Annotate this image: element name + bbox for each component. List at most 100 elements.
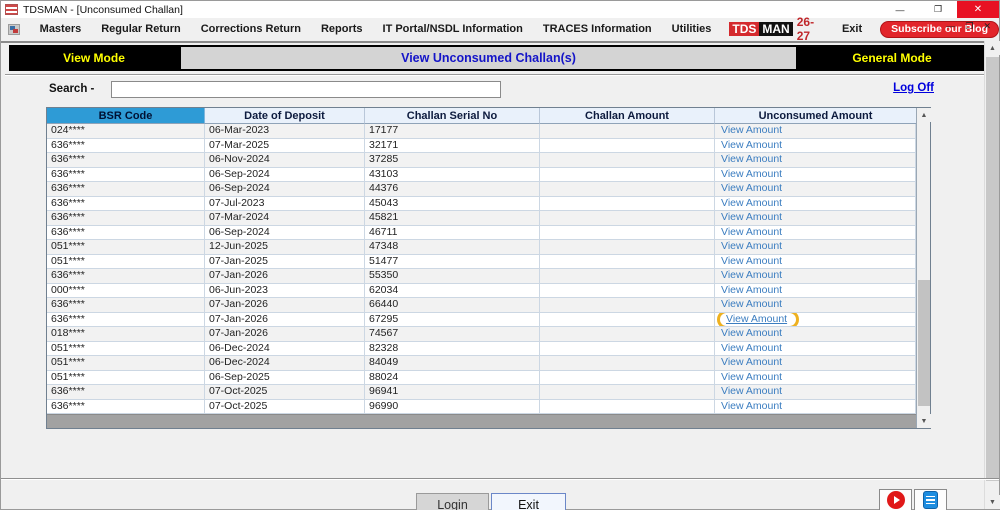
menu-item-traces-information[interactable]: TRACES Information [533, 21, 662, 37]
view-amount-link[interactable]: View Amount [721, 356, 782, 368]
title-bar: TDSMAN - [Unconsumed Challan] [1, 1, 999, 18]
window-scroll-up-icon[interactable]: ▲ [985, 41, 1000, 55]
view-amount-link[interactable]: View Amount [726, 313, 787, 325]
view-amount-link[interactable]: View Amount [721, 400, 782, 412]
challan-amount-cell [540, 153, 715, 168]
bsr-code-cell: 024**** [47, 124, 205, 139]
table-vertical-scrollbar[interactable]: ▲ ▼ [916, 108, 931, 428]
bsr-code-cell: 636**** [47, 167, 205, 183]
search-input[interactable] [111, 81, 501, 98]
table-row: 636**** 07-Mar-2025 32171 View Amount [47, 138, 916, 154]
close-button[interactable]: ✕ [957, 1, 999, 18]
view-amount-link[interactable]: View Amount [721, 371, 782, 383]
help-document-button[interactable] [914, 489, 947, 510]
view-amount-link[interactable]: View Amount [721, 211, 782, 223]
app-icon [5, 4, 18, 15]
table-row: 636**** 07-Mar-2024 45821 View Amount [47, 211, 916, 226]
date-of-deposit-cell: 07-Mar-2024 [205, 211, 365, 226]
login-button[interactable]: Login [416, 493, 489, 510]
challan-table: BSR Code Date of Deposit Challan Serial … [46, 107, 931, 429]
video-tutorial-button[interactable] [879, 489, 912, 510]
view-amount-link[interactable]: View Amount [721, 139, 782, 151]
menu-item-reports[interactable]: Reports [311, 21, 373, 37]
restore-button[interactable]: ❐ [919, 1, 957, 18]
child-minimize-icon[interactable]: — [946, 21, 955, 32]
unconsumed-amount-cell: View Amount [715, 124, 916, 139]
view-amount-link[interactable]: View Amount [721, 255, 782, 267]
play-icon [886, 491, 905, 509]
date-of-deposit-cell: 06-Jun-2023 [205, 283, 365, 299]
date-of-deposit-cell: 06-Sep-2024 [205, 167, 365, 183]
window-scrollbar-thumb[interactable] [986, 57, 999, 481]
child-window-icon [8, 23, 20, 35]
unconsumed-amount-cell: View Amount [715, 399, 916, 415]
unconsumed-amount-cell: View Amount [715, 182, 916, 197]
view-amount-link[interactable]: View Amount [721, 240, 782, 252]
minimize-button[interactable]: — [881, 1, 919, 18]
table-row: 636**** 06-Nov-2024 37285 View Amount [47, 153, 916, 168]
column-header-unconsumed-amount[interactable]: Unconsumed Amount [715, 108, 916, 125]
view-amount-link[interactable]: View Amount [721, 342, 782, 354]
view-amount-link[interactable]: View Amount [721, 226, 782, 238]
challan-amount-cell [540, 269, 715, 284]
challan-serial-cell: 32171 [365, 138, 540, 154]
exit-button[interactable]: Exit [491, 493, 566, 510]
unconsumed-amount-cell: View Amount [715, 240, 916, 255]
view-amount-link[interactable]: View Amount [721, 197, 782, 209]
table-row: 636**** 07-Jan-2026 67295 View Amount [47, 312, 916, 328]
view-mode-button[interactable]: View Mode [9, 45, 179, 71]
view-amount-link[interactable]: View Amount [721, 153, 782, 165]
menu-item-corrections-return[interactable]: Corrections Return [191, 21, 311, 37]
child-window-controls: — ❐ ✕ [946, 21, 991, 32]
column-header-date-of-deposit[interactable]: Date of Deposit [205, 108, 365, 125]
bsr-code-cell: 636**** [47, 269, 205, 284]
unconsumed-amount-cell: View Amount [715, 327, 916, 342]
column-header-challan-serial-no[interactable]: Challan Serial No [365, 108, 540, 125]
bsr-code-cell: 636**** [47, 312, 205, 328]
date-of-deposit-cell: 07-Jan-2025 [205, 254, 365, 270]
scroll-up-icon[interactable]: ▲ [917, 108, 931, 122]
menu-item-exit[interactable]: Exit [832, 21, 872, 37]
view-amount-link[interactable]: View Amount [721, 168, 782, 180]
unconsumed-amount-cell: View Amount [715, 283, 916, 299]
menu-item-masters[interactable]: Masters [30, 21, 92, 37]
window-scroll-down-icon[interactable]: ▼ [985, 495, 1000, 509]
window-vertical-scrollbar[interactable]: ▲ ▼ [984, 41, 1000, 509]
unconsumed-amount-cell: View Amount [715, 385, 916, 400]
column-header-bsr-code[interactable]: BSR Code [47, 108, 205, 125]
scroll-down-icon[interactable]: ▼ [917, 414, 931, 428]
date-of-deposit-cell: 07-Oct-2025 [205, 385, 365, 400]
menu-item-it-portal-nsdl-information[interactable]: IT Portal/NSDL Information [373, 21, 533, 37]
view-amount-link[interactable]: View Amount [721, 298, 782, 310]
challan-serial-cell: 45043 [365, 196, 540, 212]
menu-item-utilities[interactable]: Utilities [662, 21, 722, 37]
table-row: 018**** 07-Jan-2026 74567 View Amount [47, 327, 916, 342]
challan-amount-cell [540, 370, 715, 386]
view-amount-link[interactable]: View Amount [721, 385, 782, 397]
unconsumed-amount-cell: View Amount [715, 312, 916, 328]
challan-serial-cell: 55350 [365, 269, 540, 284]
date-of-deposit-cell: 06-Dec-2024 [205, 356, 365, 371]
logo-man: MAN [759, 22, 793, 36]
column-header-challan-amount[interactable]: Challan Amount [540, 108, 715, 125]
challan-serial-cell: 62034 [365, 283, 540, 299]
date-of-deposit-cell: 07-Oct-2025 [205, 399, 365, 415]
page-title: View Unconsumed Challan(s) [401, 51, 576, 65]
app-window: { "window": { "title": "TDSMAN - [Uncons… [0, 0, 1000, 510]
bsr-code-cell: 636**** [47, 298, 205, 313]
date-of-deposit-cell: 06-Mar-2023 [205, 124, 365, 139]
view-amount-link[interactable]: View Amount [721, 182, 782, 194]
logoff-link[interactable]: Log Off [893, 82, 934, 94]
child-restore-icon[interactable]: ❐ [965, 21, 973, 32]
view-amount-link[interactable]: View Amount [721, 124, 782, 136]
view-amount-link[interactable]: View Amount [721, 269, 782, 281]
table-horizontal-scrollbar[interactable] [47, 414, 916, 428]
table-scrollbar-thumb[interactable] [918, 280, 930, 406]
child-close-icon[interactable]: ✕ [983, 21, 991, 32]
challan-serial-cell: 51477 [365, 254, 540, 270]
bsr-code-cell: 636**** [47, 225, 205, 241]
general-mode-button[interactable]: General Mode [798, 45, 986, 71]
view-amount-link[interactable]: View Amount [721, 327, 782, 339]
view-amount-link[interactable]: View Amount [721, 284, 782, 296]
menu-item-regular-return[interactable]: Regular Return [91, 21, 190, 37]
